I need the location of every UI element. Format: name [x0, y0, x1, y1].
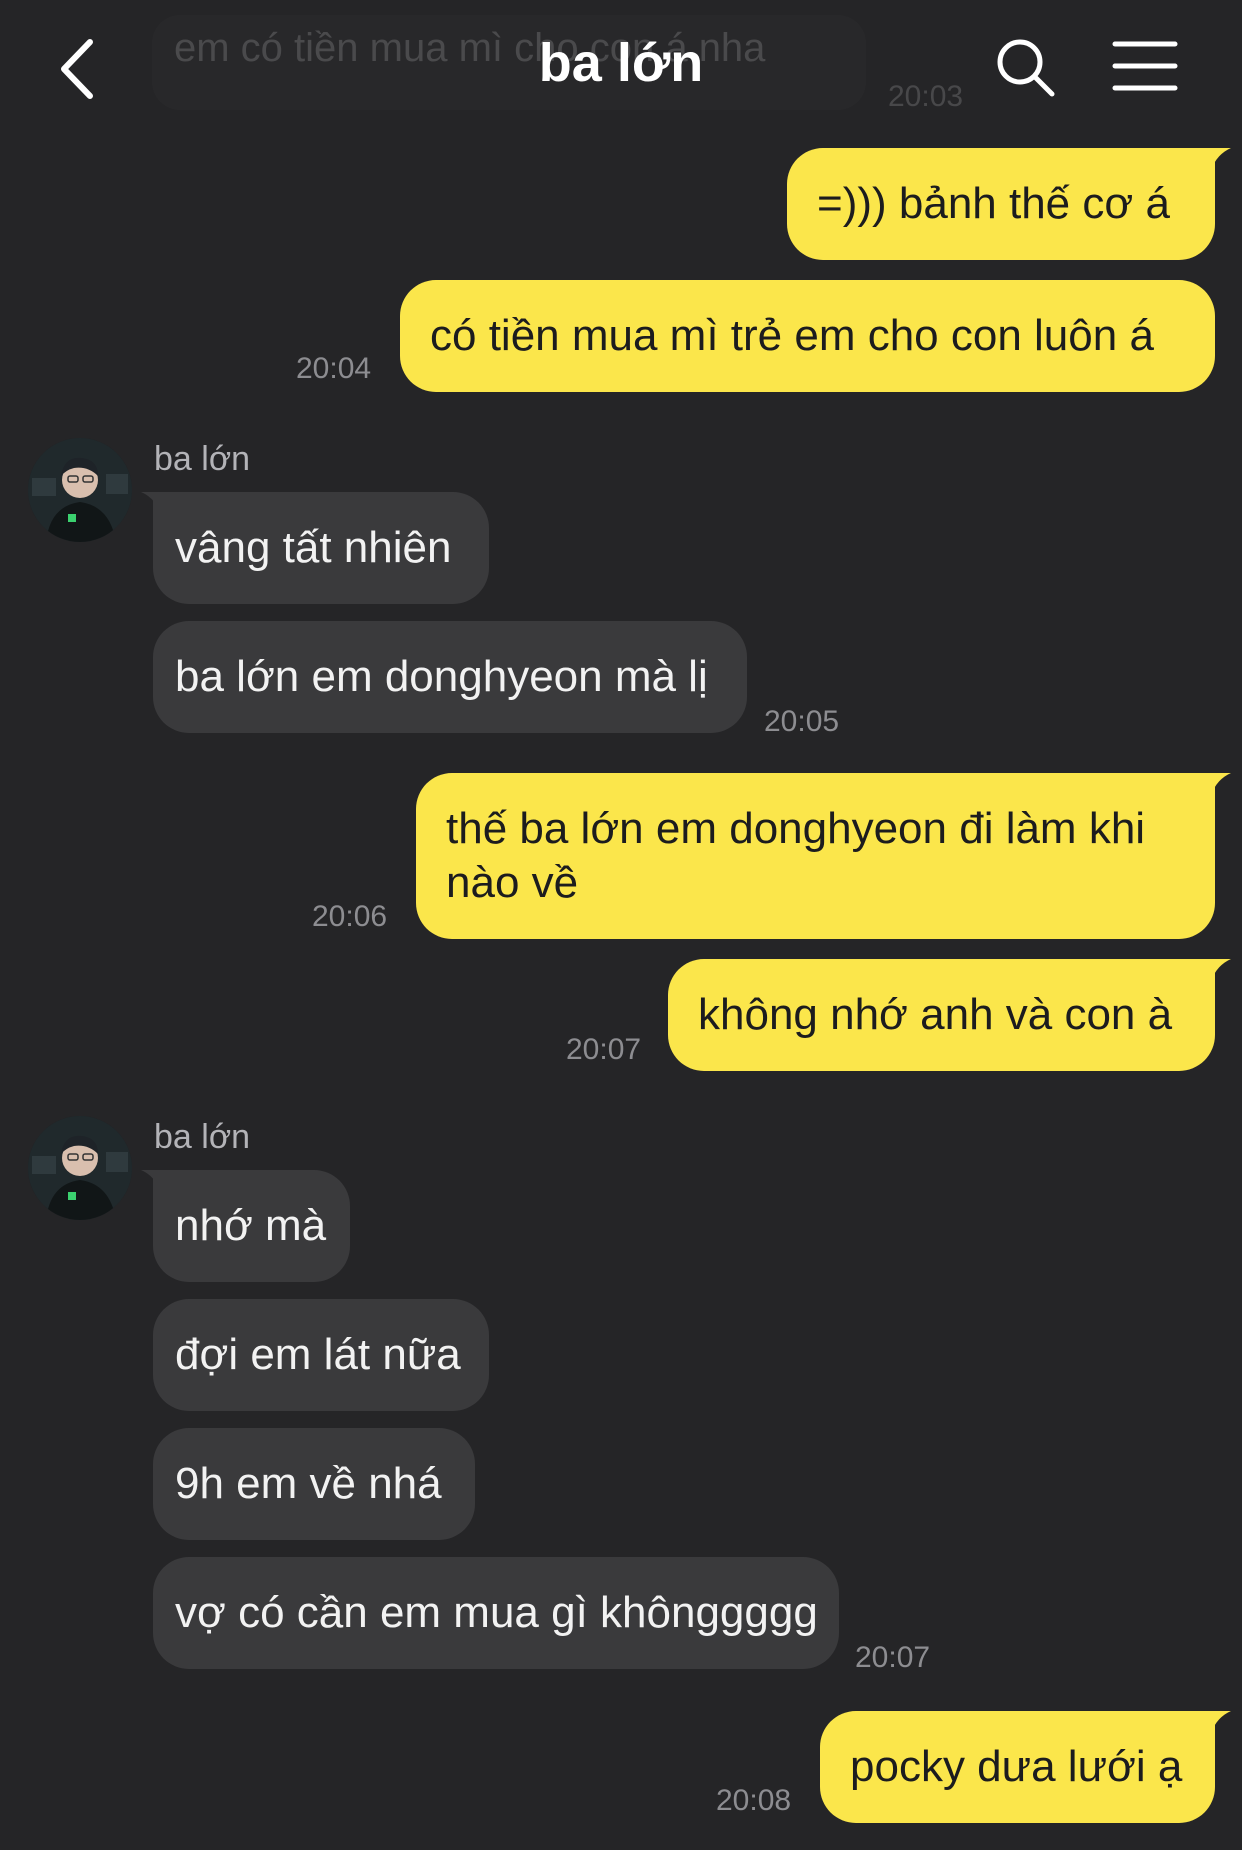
incoming-message-bubble[interactable]: vâng tất nhiên — [153, 492, 489, 604]
outgoing-message-bubble[interactable]: thế ba lớn em donghyeon đi làm khi nào v… — [416, 773, 1215, 939]
bubble-tail — [1209, 773, 1231, 795]
avatar[interactable] — [28, 438, 132, 542]
message-text: nhớ mà — [175, 1201, 327, 1250]
message-text: vâng tất nhiên — [175, 523, 452, 572]
message-text: ba lớn em donghyeon mà lị — [175, 652, 708, 701]
bubble-tail — [1209, 1711, 1231, 1733]
message-time: 20:06 — [312, 900, 388, 933]
outgoing-message-bubble[interactable]: =))) bảnh thế cơ á — [787, 148, 1215, 260]
incoming-message-bubble[interactable]: ba lớn em donghyeon mà lị — [153, 621, 747, 733]
message-time: 20:08 — [716, 1784, 792, 1817]
incoming-message-bubble[interactable]: vợ có cần em mua gì khônggggg — [153, 1557, 839, 1669]
message-text: pocky dưa lưới ạ — [850, 1742, 1183, 1791]
message-time: 20:04 — [296, 352, 372, 385]
avatar[interactable] — [28, 1116, 132, 1220]
message-time: 20:05 — [764, 705, 840, 738]
message-text: không nhớ anh và con à — [698, 990, 1173, 1039]
message-text: có tiền mua mì trẻ em cho con luôn á — [430, 311, 1154, 360]
outgoing-message-bubble[interactable]: có tiền mua mì trẻ em cho con luôn á — [400, 280, 1215, 392]
search-icon[interactable] — [994, 36, 1056, 98]
message-text-line: nào về — [446, 858, 579, 907]
outgoing-message-bubble[interactable]: không nhớ anh và con à — [668, 959, 1215, 1071]
sender-name: ba lớn — [154, 440, 251, 478]
message-time: 20:07 — [566, 1033, 642, 1066]
outgoing-message-bubble[interactable]: pocky dưa lưới ạ — [820, 1711, 1215, 1823]
incoming-message-bubble[interactable]: nhớ mà — [153, 1170, 350, 1282]
message-text: =))) bảnh thế cơ á — [817, 179, 1170, 228]
message-text: vợ có cần em mua gì khônggggg — [175, 1588, 818, 1637]
bubble-tail — [1209, 148, 1231, 170]
message-text: đợi em lát nữa — [175, 1330, 461, 1379]
bubble-tail — [141, 492, 163, 514]
menu-icon[interactable] — [1112, 40, 1178, 92]
message-text-line: thế ba lớn em donghyeon đi làm khi — [446, 804, 1146, 853]
sender-name: ba lớn — [154, 1118, 251, 1156]
bubble-tail — [1209, 959, 1231, 981]
message-text: 9h em về nhá — [175, 1459, 442, 1508]
message-time: 20:07 — [855, 1641, 931, 1674]
incoming-message-bubble[interactable]: 9h em về nhá — [153, 1428, 475, 1540]
bubble-tail — [141, 1170, 163, 1192]
back-icon[interactable] — [56, 36, 106, 102]
incoming-message-bubble[interactable]: đợi em lát nữa — [153, 1299, 489, 1411]
